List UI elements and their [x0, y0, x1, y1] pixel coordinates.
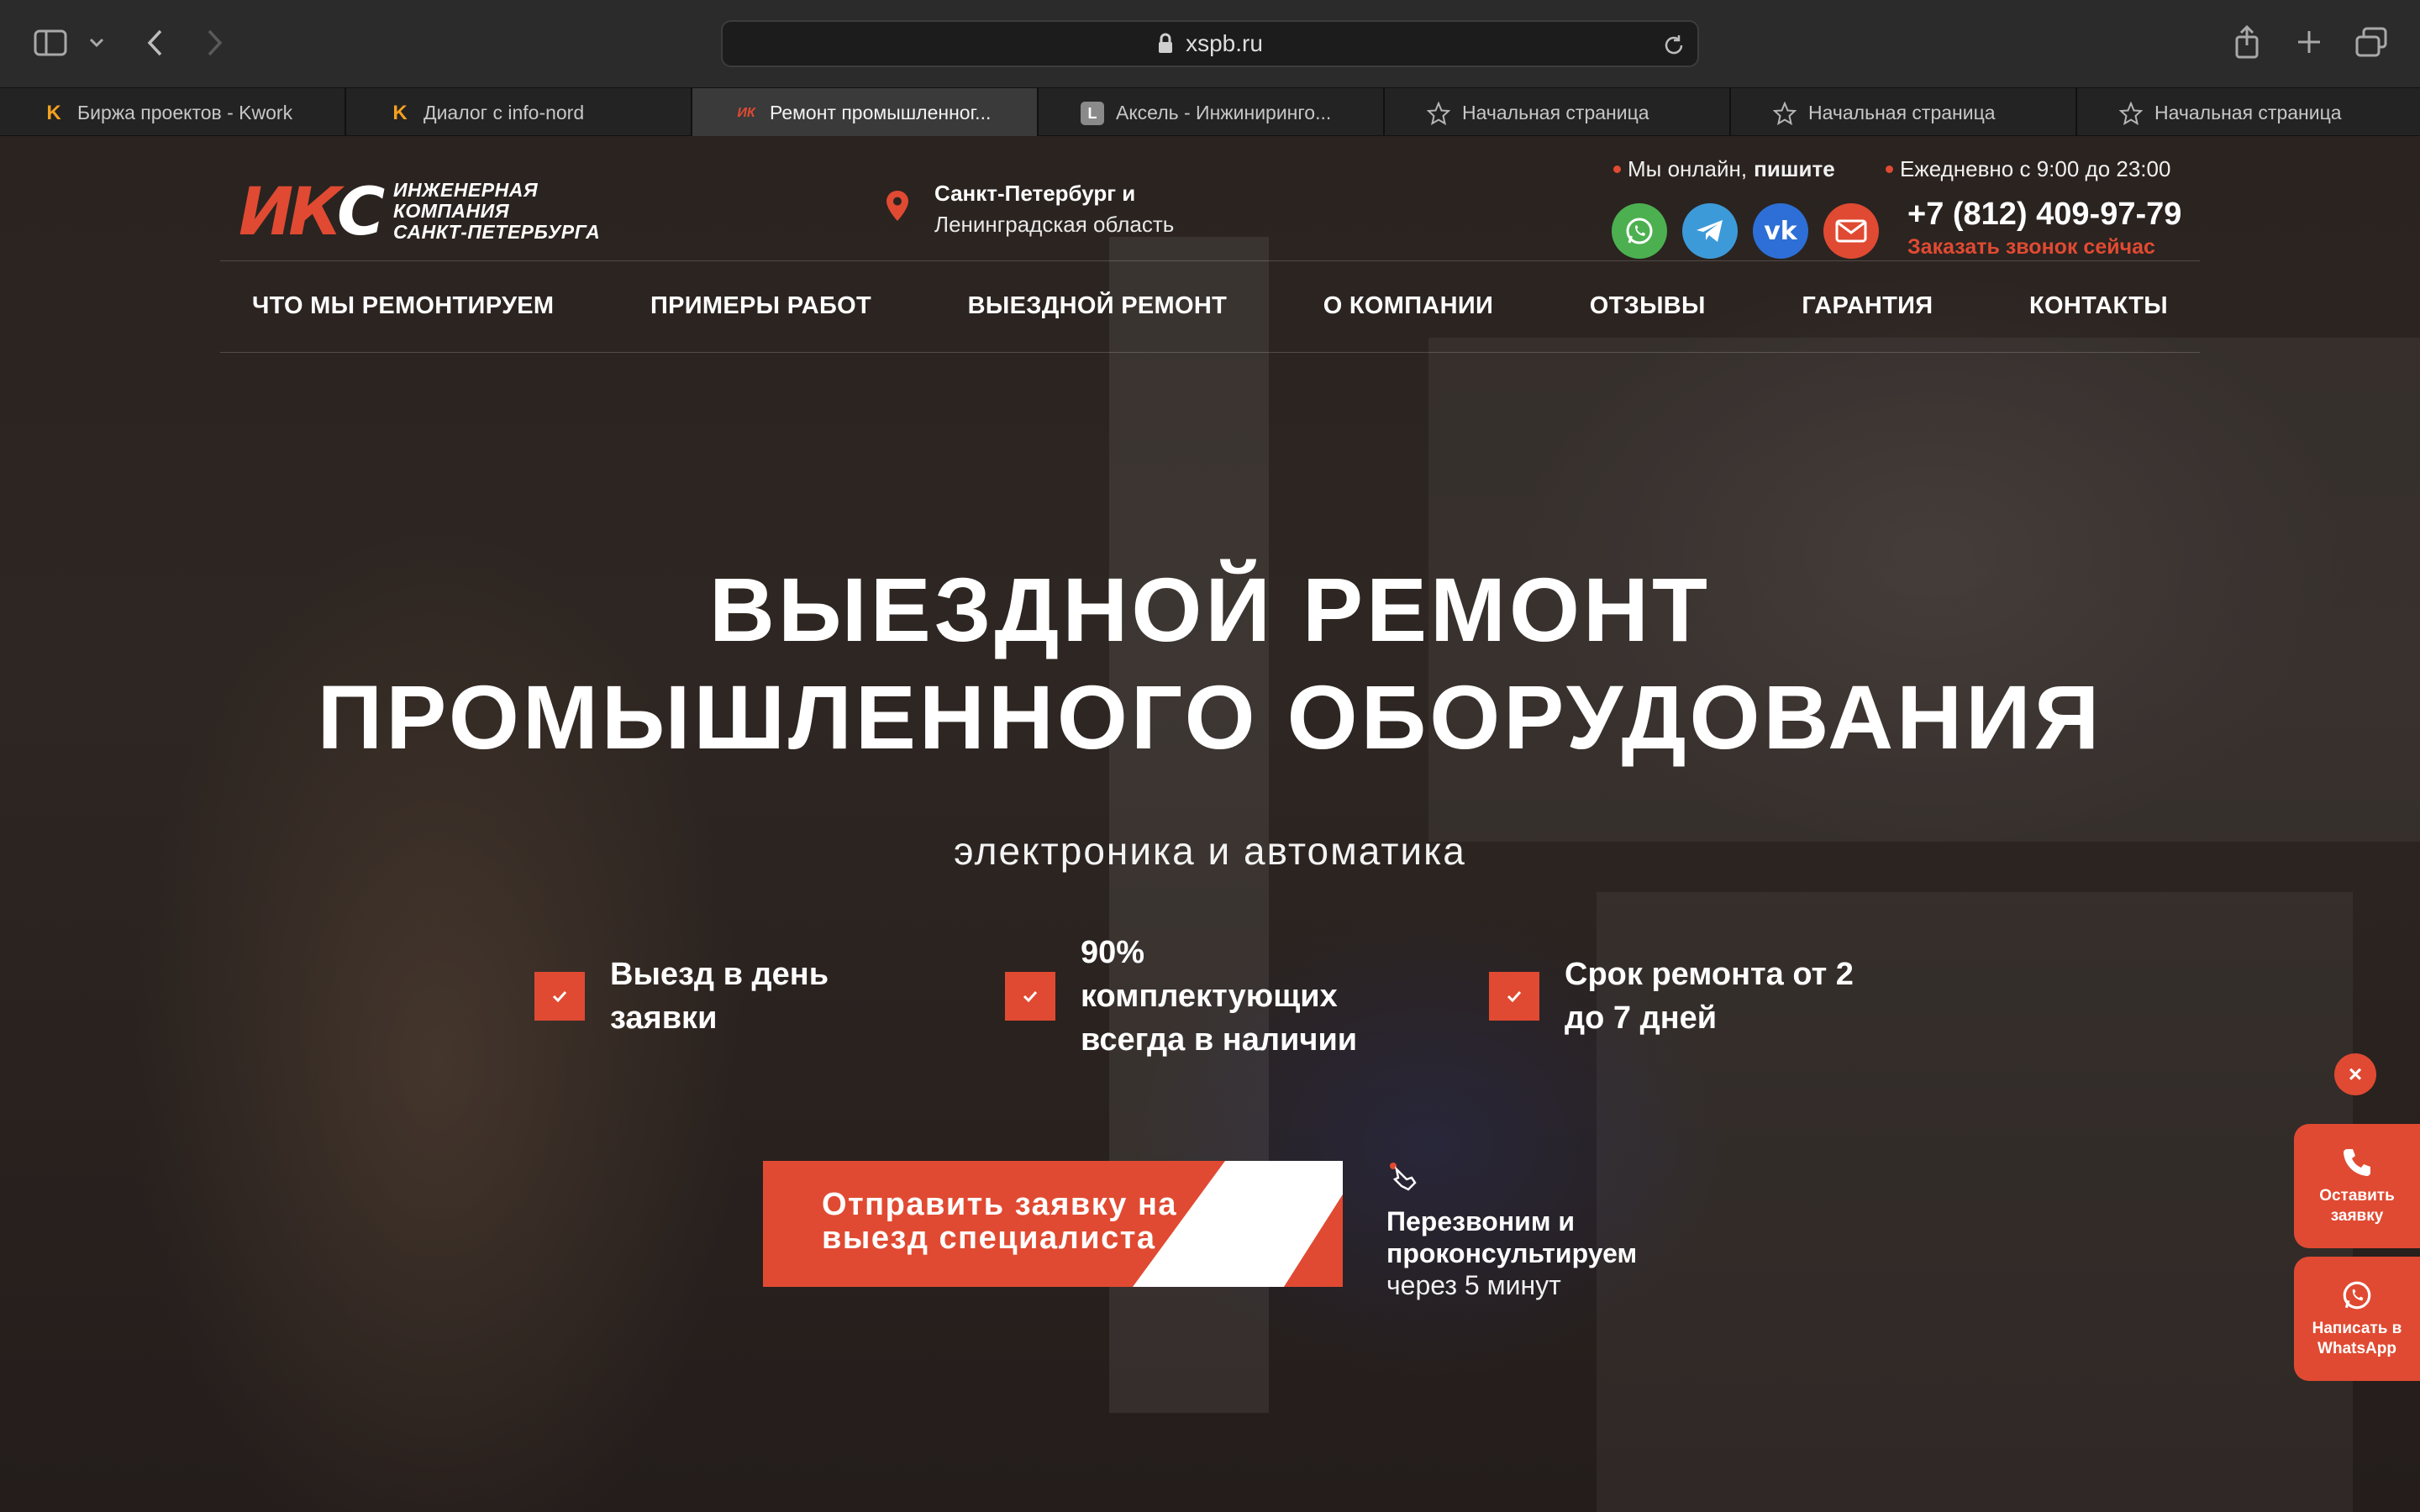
- callback-note-bold: Перезвоним и проконсультируем: [1386, 1206, 1638, 1268]
- tab-start-page[interactable]: Начальная страница: [1385, 88, 1731, 137]
- tab-label: Начальная страница: [1462, 101, 1649, 123]
- address-bar[interactable]: xspb.ru: [721, 20, 1699, 67]
- feature-item: Срок ремонта от 2 до 7 дней: [1489, 953, 1854, 1040]
- phone-number[interactable]: +7 (812) 409-97-79: [1907, 197, 2181, 233]
- forward-arrow-icon[interactable]: [202, 27, 229, 59]
- tab-label: Ремонт промышленног...: [770, 101, 992, 123]
- location-region: Ленинградская область: [934, 212, 1175, 237]
- vk-icon[interactable]: vk: [1753, 203, 1808, 259]
- leave-request-label: Оставить заявку: [2319, 1187, 2395, 1225]
- nav-item-contacts[interactable]: Контакты: [2029, 292, 2168, 320]
- back-arrow-icon[interactable]: [141, 27, 168, 59]
- tab-aksel[interactable]: L Аксель - Инжиниринго...: [1039, 88, 1385, 137]
- checkmark-icon: [1005, 972, 1055, 1021]
- star-icon: [1427, 102, 1450, 125]
- logo-text: Инженерная компания Санкт-Петербурга: [393, 179, 601, 243]
- tab-label: Аксель - Инжиниринго...: [1116, 101, 1332, 123]
- tab-bar: K Биржа проектов - Kwork K Диалог с info…: [0, 87, 2420, 137]
- request-visit-button[interactable]: Отправить заявку на выезд специалиста: [763, 1161, 1343, 1287]
- feature-text: до 7 дней: [1565, 1000, 1718, 1036]
- callback-note-text: через 5 минут: [1386, 1270, 1561, 1300]
- nav-item-what-we-repair[interactable]: Что мы ремонтируем: [252, 292, 554, 320]
- browser-toolbar: xspb.ru: [0, 0, 2420, 87]
- feature-text: Выезд в день: [610, 957, 829, 992]
- location-block: Санкт-Петербург и Ленинградская область: [886, 178, 1174, 240]
- email-icon[interactable]: [1823, 203, 1879, 259]
- working-hours: Ежедневно с 9:00 до 23:00: [1886, 156, 2170, 182]
- share-icon[interactable]: [2232, 24, 2262, 60]
- chevron-down-icon[interactable]: [87, 34, 106, 52]
- pointer-hand-icon: [1390, 1163, 1417, 1191]
- hours-dot-icon: [1886, 165, 1893, 173]
- url-text: xspb.ru: [1186, 30, 1263, 56]
- kwork-logo-icon: K: [392, 102, 408, 124]
- hero-title-line: промышленного оборудования: [317, 666, 2103, 768]
- company-logo[interactable]: ИКС Инженерная компания Санкт-Петербурга: [239, 175, 625, 250]
- star-icon: [1773, 102, 1797, 125]
- feature-item: 90% комплектующих всегда в наличии: [1005, 931, 1357, 1062]
- iks-logo-icon: ИК: [737, 106, 755, 120]
- online-text-bold: пишите: [1754, 156, 1835, 181]
- feature-text: комплектующих: [1081, 979, 1338, 1014]
- feature-text: всегда в наличии: [1081, 1022, 1358, 1058]
- working-hours-text: Ежедневно с 9:00 до 23:00: [1900, 156, 2171, 181]
- tab-label: Диалог с info-nord: [424, 101, 585, 123]
- online-status: Мы онлайн, пишите: [1613, 156, 1835, 182]
- map-pin-icon: [886, 191, 908, 221]
- new-tab-plus-icon[interactable]: [2294, 27, 2324, 57]
- sidebar-toggle-icon[interactable]: [34, 29, 67, 57]
- cta-label: Отправить заявку на выезд специалиста: [822, 1187, 1178, 1256]
- location-city: Санкт-Петербург и: [934, 181, 1136, 206]
- star-icon: [2119, 102, 2143, 125]
- feature-text: заявки: [610, 1000, 718, 1036]
- tab-active-repair[interactable]: ИК Ремонт промышленног...: [692, 88, 1039, 137]
- callback-note: Перезвоним и проконсультируем через 5 ми…: [1386, 1161, 1689, 1301]
- whatsapp-chat-label: Написать в WhatsApp: [2312, 1320, 2402, 1357]
- whatsapp-chat-button[interactable]: Написать в WhatsApp: [2294, 1257, 2420, 1381]
- nav-item-about[interactable]: О компании: [1323, 292, 1493, 320]
- reload-icon[interactable]: [1662, 34, 1686, 57]
- tab-label: Начальная страница: [1808, 101, 1996, 123]
- kwork-logo-icon: K: [46, 102, 61, 124]
- checkmark-icon: [1489, 972, 1539, 1021]
- phone-icon: [2344, 1149, 2370, 1176]
- tab-kwork[interactable]: K Биржа проектов - Kwork: [0, 88, 346, 137]
- checkmark-icon: [534, 972, 585, 1021]
- letter-l-icon: L: [1081, 102, 1104, 125]
- nav-item-warranty[interactable]: Гарантия: [1802, 292, 1933, 320]
- tab-label: Начальная страница: [2154, 101, 2342, 123]
- tab-label: Биржа проектов - Kwork: [77, 101, 293, 123]
- hero-section: ИКС Инженерная компания Санкт-Петербурга…: [0, 136, 2420, 1512]
- close-widget-button[interactable]: ×: [2334, 1053, 2376, 1095]
- whatsapp-icon[interactable]: [1612, 203, 1667, 259]
- leave-request-button[interactable]: Оставить заявку: [2294, 1124, 2420, 1248]
- hero-title-line: Выездной ремонт: [709, 559, 1711, 660]
- online-text: Мы онлайн,: [1628, 156, 1748, 181]
- tab-start-page[interactable]: Начальная страница: [2077, 88, 2420, 137]
- whatsapp-icon: [2343, 1281, 2371, 1310]
- tab-start-page[interactable]: Начальная страница: [1731, 88, 2077, 137]
- hero-title: Выездной ремонт промышленного оборудован…: [0, 556, 2420, 771]
- feature-item: Выезд в день заявки: [534, 953, 829, 1040]
- nav-item-reviews[interactable]: Отзывы: [1590, 292, 1706, 320]
- lock-icon: [1159, 33, 1173, 53]
- feature-text: Срок ремонта от 2: [1565, 957, 1854, 992]
- nav-item-examples[interactable]: Примеры работ: [650, 292, 871, 320]
- main-nav: Что мы ремонтируем Примеры работ Выездно…: [220, 260, 2200, 353]
- callback-link[interactable]: Заказать звонок сейчас: [1907, 235, 2155, 260]
- telegram-icon[interactable]: [1682, 203, 1738, 259]
- online-dot-icon: [1613, 165, 1621, 173]
- hero-subtitle: электроника и автоматика: [954, 829, 1466, 873]
- social-links: vk: [1612, 203, 1879, 259]
- feature-text: 90%: [1081, 935, 1145, 970]
- nav-item-onsite-repair[interactable]: Выездной ремонт: [968, 292, 1227, 320]
- tab-dialog[interactable]: K Диалог с info-nord: [346, 88, 692, 137]
- logo-mark: ИКС: [239, 175, 385, 250]
- tab-overview-icon[interactable]: [2354, 25, 2388, 59]
